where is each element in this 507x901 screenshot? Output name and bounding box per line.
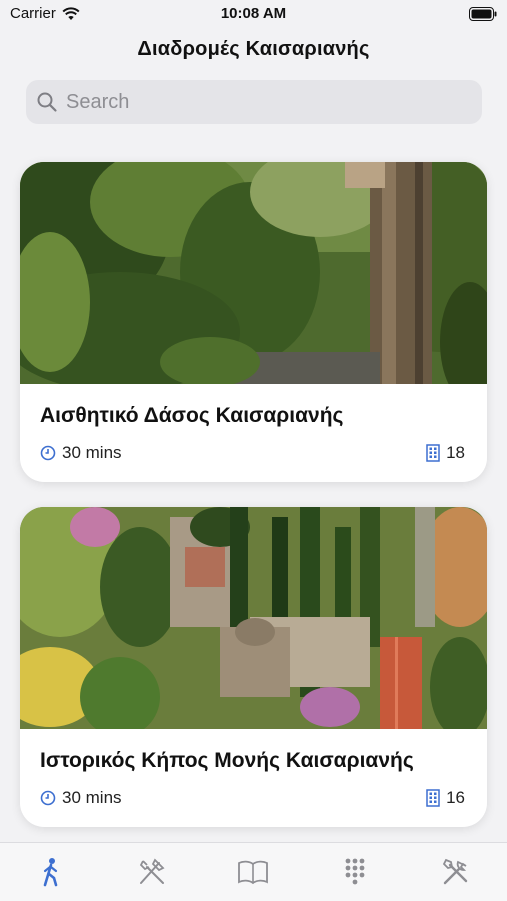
route-meta: 30 mins 18	[40, 442, 465, 464]
route-card[interactable]: Ιστορικός Κήπος Μονής Καισαριανής 30 min…	[20, 507, 487, 827]
status-time: 10:08 AM	[220, 5, 287, 22]
route-stops: 16	[446, 788, 465, 807]
grid-dots-icon	[345, 858, 365, 885]
tab-bar	[0, 842, 507, 901]
book-icon	[238, 860, 269, 885]
building-icon	[426, 444, 440, 462]
route-duration: 30 mins	[62, 788, 122, 807]
tools-icon	[443, 858, 468, 885]
search-input[interactable]	[64, 89, 468, 115]
route-photo	[20, 162, 487, 384]
tab-routes[interactable]	[21, 847, 81, 897]
route-card[interactable]: Αισθητικό Δάσος Καισαριανής 30 mins 18	[20, 162, 487, 482]
search-icon	[37, 92, 57, 112]
building-icon	[426, 789, 440, 807]
status-bar: Carrier 10:08 AM	[0, 0, 507, 30]
tab-settings[interactable]	[426, 847, 486, 897]
route-stops: 18	[446, 443, 465, 462]
tab-food[interactable]	[122, 847, 182, 897]
battery-icon	[469, 7, 497, 21]
tab-grid[interactable]	[325, 847, 385, 897]
route-title: Ιστορικός Κήπος Μονής Καισαριανής	[40, 749, 414, 772]
walking-person-icon	[43, 858, 57, 887]
clock-icon	[40, 445, 56, 461]
tab-guide[interactable]	[223, 847, 283, 897]
page-title: Διαδρομές Καισαριανής	[137, 38, 370, 60]
clock-icon	[40, 790, 56, 806]
route-title: Αισθητικό Δάσος Καισαριανής	[40, 404, 344, 427]
route-duration: 30 mins	[62, 443, 122, 462]
fork-knife-icon	[139, 858, 165, 884]
route-meta: 30 mins 16	[40, 787, 465, 809]
route-photo	[20, 507, 487, 729]
search-bar[interactable]	[26, 80, 482, 124]
